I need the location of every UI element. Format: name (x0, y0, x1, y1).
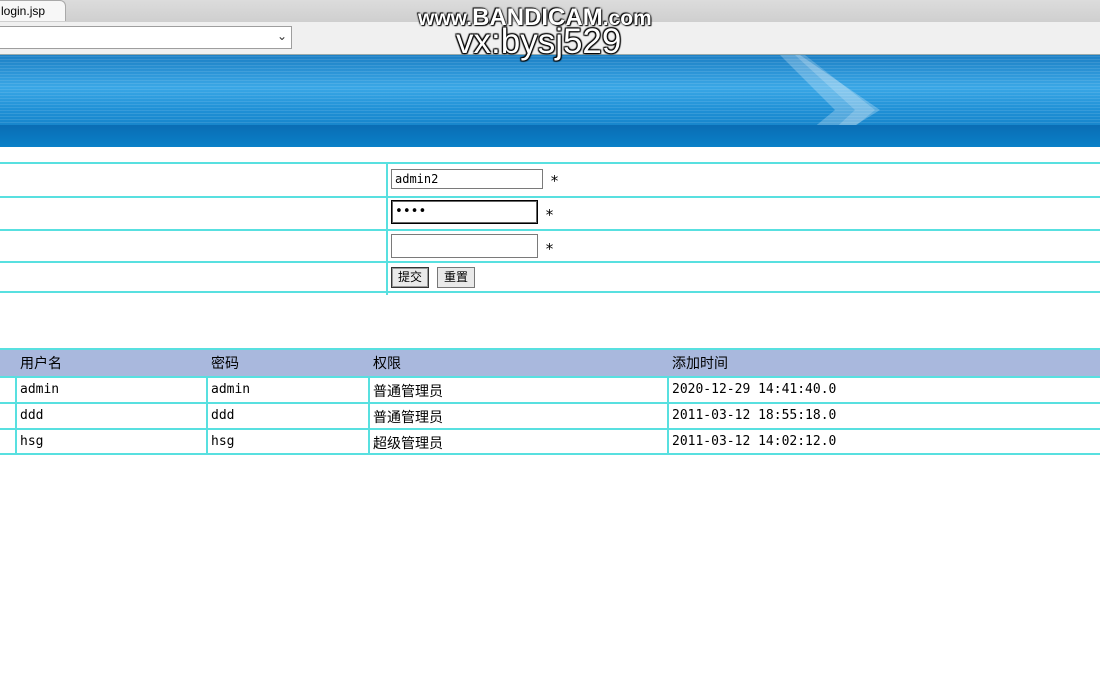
cell-added-time: 2011-03-12 14:02:12.0 (672, 434, 837, 449)
chevron-down-icon[interactable]: ⌄ (277, 29, 287, 43)
banner-strip (0, 125, 1100, 147)
form-row-confirm: * (0, 229, 1100, 263)
table-bottom-border (0, 453, 1100, 455)
cell-password: ddd (211, 408, 235, 423)
cell-permission: 普通管理员 (373, 384, 443, 400)
form-row-actions: 提交 重置 (0, 261, 1100, 295)
cell-added-time: 2020-12-29 14:41:40.0 (672, 382, 837, 397)
submit-button[interactable]: 提交 (391, 267, 429, 288)
table-row: admin admin 普通管理员 2020-12-29 14:41:40.0 (0, 376, 1100, 402)
cell-username: ddd (20, 408, 44, 423)
table-header: 用户名 密码 权限 添加时间 (0, 348, 1100, 376)
header-added-time: 添加时间 (672, 356, 728, 372)
cell-password: admin (211, 382, 251, 397)
column-divider (667, 376, 669, 455)
confirm-password-input[interactable] (391, 234, 538, 258)
browser-tab[interactable]: login.jsp (0, 0, 66, 21)
column-divider (368, 376, 370, 455)
form-bottom-border (0, 291, 1100, 293)
header-username: 用户名 (20, 356, 62, 372)
form-divider (386, 231, 388, 263)
form-divider (386, 198, 388, 230)
cell-permission: 普通管理员 (373, 410, 443, 426)
cell-username: hsg (20, 434, 44, 449)
cell-username: admin (20, 382, 60, 397)
header-permission: 权限 (373, 356, 401, 372)
required-mark: * (545, 206, 555, 224)
browser-tab-title: login.jsp (1, 4, 46, 18)
reset-button[interactable]: 重置 (437, 267, 475, 288)
cell-added-time: 2011-03-12 18:55:18.0 (672, 408, 837, 423)
form-row-username: admin2 * (0, 162, 1100, 196)
required-mark: * (550, 172, 560, 190)
form-divider (386, 164, 388, 196)
username-input[interactable]: admin2 (391, 169, 543, 189)
required-mark: * (545, 240, 555, 258)
address-combo[interactable]: ⌄ (0, 26, 292, 49)
table-row: hsg hsg 超级管理员 2011-03-12 14:02:12.0 (0, 428, 1100, 454)
form-row-password: •••• * (0, 196, 1100, 230)
page-banner (0, 55, 1100, 147)
watermark-contact: vx:bysj529 (456, 22, 622, 61)
header-password: 密码 (211, 356, 239, 372)
table-row: ddd ddd 普通管理员 2011-03-12 18:55:18.0 (0, 402, 1100, 428)
cell-permission: 超级管理员 (373, 436, 443, 452)
cell-password: hsg (211, 434, 235, 449)
column-divider (206, 376, 208, 455)
column-divider (15, 376, 17, 455)
password-input[interactable]: •••• (391, 200, 538, 224)
